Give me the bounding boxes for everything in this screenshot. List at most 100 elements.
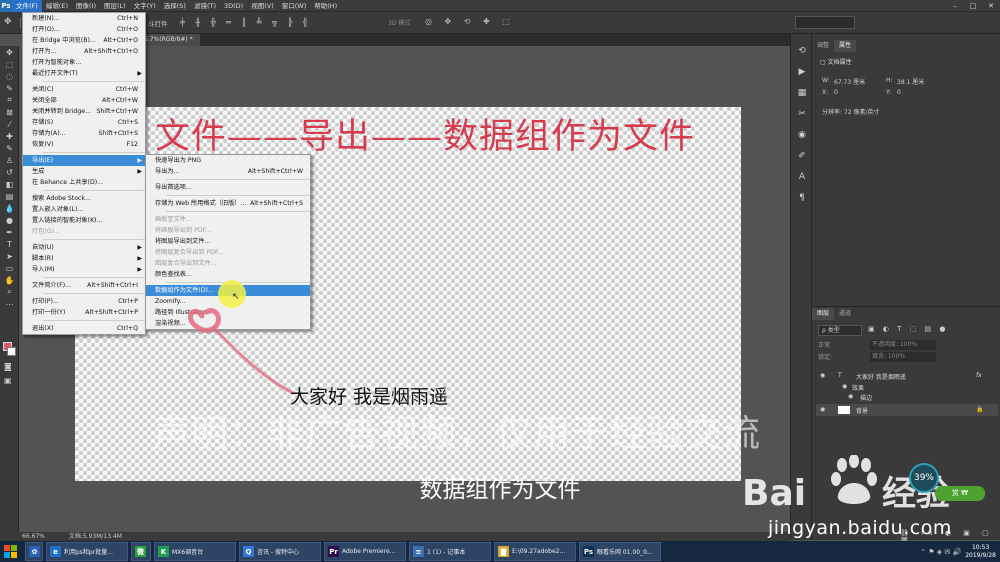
menu-item[interactable]: 最近打开文件(T) ▶ [23,68,145,79]
reward-badge[interactable]: 赏 ₩ [935,486,985,501]
frame-tool-icon[interactable]: ⊠ [0,106,19,118]
taskbar-button[interactable]: K MX6调音台 [154,542,236,561]
layer-kind-filter[interactable]: ρ 类型 [818,325,862,336]
visibility-eye-icon[interactable]: ◉ [842,383,847,390]
visibility-eye-icon[interactable]: ◉ [848,393,853,400]
dodge-tool-icon[interactable]: ● [0,214,19,226]
menu-10[interactable]: 帮助(H) [310,0,341,12]
layer-row[interactable]: ◉ 背景 🔒 [816,404,998,416]
background-color[interactable] [7,347,16,356]
menu-item[interactable]: 存储(S) Ctrl+S [23,117,145,128]
menu-5[interactable]: 选择(S) [160,0,190,12]
visibility-eye-icon[interactable]: ◉ [820,372,825,379]
layer-row[interactable]: ◉ T 大家好 我是烟雨遥 fx [816,370,998,381]
paragraph-icon[interactable]: ¶ [791,187,813,208]
taskbar-button[interactable]: 微 [131,542,151,561]
gradient-tool-icon[interactable]: ▤ [0,190,19,202]
menu-item[interactable]: 存储为(A)... Shift+Ctrl+S [23,128,145,139]
menu-4[interactable]: 文字(Y) [130,0,160,12]
x-value[interactable]: 0 [834,89,838,96]
stamp-tool-icon[interactable]: ♙ [0,154,19,166]
tab-properties[interactable]: 属性 [834,40,857,52]
minimize-icon[interactable]: – [946,0,964,12]
menu-item[interactable]: 生成 ▶ [23,166,145,177]
swatches-icon[interactable]: ▦ [791,82,813,103]
type-tool-icon[interactable]: T [0,238,19,250]
clock[interactable]: 10:53 2019/9/28 [965,544,996,560]
pen-tool-icon[interactable]: ✒ [0,226,19,238]
tab-adjustments[interactable]: 调整 [812,40,834,52]
brush-settings-icon[interactable]: ✂ [791,103,813,124]
actions-icon[interactable]: ▶ [791,61,813,82]
menu-item[interactable]: 脚本(R) ▶ [23,253,145,264]
y-value[interactable]: 0 [897,89,901,96]
lasso-tool-icon[interactable]: ◌ [0,70,19,82]
menu-item[interactable]: 导出首选项... [146,182,310,193]
history-icon[interactable]: ⟲ [791,40,813,61]
menu-item[interactable]: 将图层导出到文件... [146,236,310,247]
hand-tool-icon[interactable]: ✋ [0,274,19,286]
workspace-search[interactable] [795,16,855,29]
layer-name[interactable]: 背景 [856,406,868,415]
menu-item[interactable]: 存储为 Web 所用格式（旧版）... Alt+Shift+Ctrl+S [146,198,310,209]
screen-mode-icon[interactable]: ▣ [4,376,12,385]
menu-7[interactable]: 3D(D) [220,0,247,12]
taskbar-button[interactable]: Ps 眼看乐网 01.00_0... [579,542,661,561]
character-icon[interactable]: A [791,166,813,187]
width-value[interactable]: 67.73 厘米 [834,77,865,86]
close-icon[interactable]: ✕ [982,0,1000,12]
taskbar-button[interactable]: Q 咨讯 - 搜特中心 [239,542,321,561]
move-tool-icon[interactable]: ✥ [0,46,19,58]
healing-brush-icon[interactable]: ✚ [0,130,19,142]
marquee-tool-icon[interactable]: ⬚ [0,58,19,70]
menu-item[interactable]: 打印一份(Y) Alt+Shift+Ctrl+P [23,307,145,318]
move-tool-icon[interactable]: ✥ [4,17,12,27]
effect-name[interactable]: 效果 [852,383,864,392]
path-select-icon[interactable]: ➤ [0,250,19,262]
menu-item[interactable]: 搜索 Adobe Stock... [23,193,145,204]
tray-icons[interactable]: ⌃ ⚑ ◈ ✉ 🔊 [920,548,961,556]
shape-tool-icon[interactable]: ▭ [0,262,19,274]
menu-item[interactable]: 打印(P)... Ctrl+P [23,296,145,307]
menu-item[interactable]: 在 Bridge 中浏览(B)... Alt+Ctrl+O [23,35,145,46]
blend-mode-select[interactable]: 正常 [818,340,830,349]
menu-item[interactable]: 文件简介(F)... Alt+Shift+Ctrl+I [23,280,145,291]
fx-badge[interactable]: fx [976,372,982,379]
more-tools-icon[interactable]: ⋯ [0,298,19,310]
taskbar-pinned-app[interactable]: ✿ [25,542,43,561]
menu-item[interactable]: 新建(N)... Ctrl+N [23,13,145,24]
taskbar-button[interactable]: ▇ E:\09.27adobe2... [494,542,576,561]
menu-item[interactable]: 关闭全部 Alt+Ctrl+W [23,95,145,106]
menu-item[interactable]: 打开为... Alt+Shift+Ctrl+O [23,46,145,57]
menu-9[interactable]: 窗口(W) [278,0,311,12]
menu-item[interactable]: 导出(E) ▶ [23,155,145,166]
tab-channels[interactable]: 通道 [834,308,856,320]
effect-name[interactable]: 描边 [860,393,872,402]
layer-effect-row[interactable]: ◉ 描边 [816,392,998,402]
tab-layers[interactable]: 图层 [812,308,835,320]
color-swatches[interactable] [3,342,16,356]
menu-item[interactable]: 置入嵌入对象(L)... [23,204,145,215]
menu-item[interactable]: 快速导出为 PNG [146,155,310,166]
menu-item[interactable]: 颜色查找表... [146,269,310,280]
menu-0[interactable]: 文件(F) [12,0,42,12]
layer-effect-row[interactable]: ◉ 效果 [816,382,998,392]
align-icons[interactable]: ╪ ╫ ╬ ═ ║ ╩ ╦ ╠ ╣ [180,18,312,27]
taskbar-button[interactable]: e 利用ps和pr批量... [46,542,128,561]
menu-item[interactable]: 关闭(C) Ctrl+W [23,84,145,95]
taskbar-button[interactable]: Pr Adobe Premiere... [324,542,406,561]
menu-item[interactable]: 退出(X) Ctrl+Q [23,323,145,334]
zoom-level[interactable]: 66.67% [22,533,45,540]
crop-tool-icon[interactable]: ⌗ [0,94,19,106]
photoshop-logo[interactable]: Ps [0,0,12,12]
menu-item[interactable]: 在 Behance 上共享(D)... [23,177,145,188]
menu-item[interactable]: 恢复(V) F12 [23,139,145,150]
menu-item[interactable]: 打开(O)... Ctrl+O [23,24,145,35]
start-button[interactable] [0,541,22,562]
menu-2[interactable]: 图像(I) [72,0,100,12]
menu-item[interactable]: 导出为... Alt+Shift+Ctrl+W [146,166,310,177]
brush-tool-icon[interactable]: ✎ [0,142,19,154]
maximize-icon[interactable]: □ [964,0,982,12]
eraser-tool-icon[interactable]: ◧ [0,178,19,190]
blur-tool-icon[interactable]: 💧 [0,202,19,214]
